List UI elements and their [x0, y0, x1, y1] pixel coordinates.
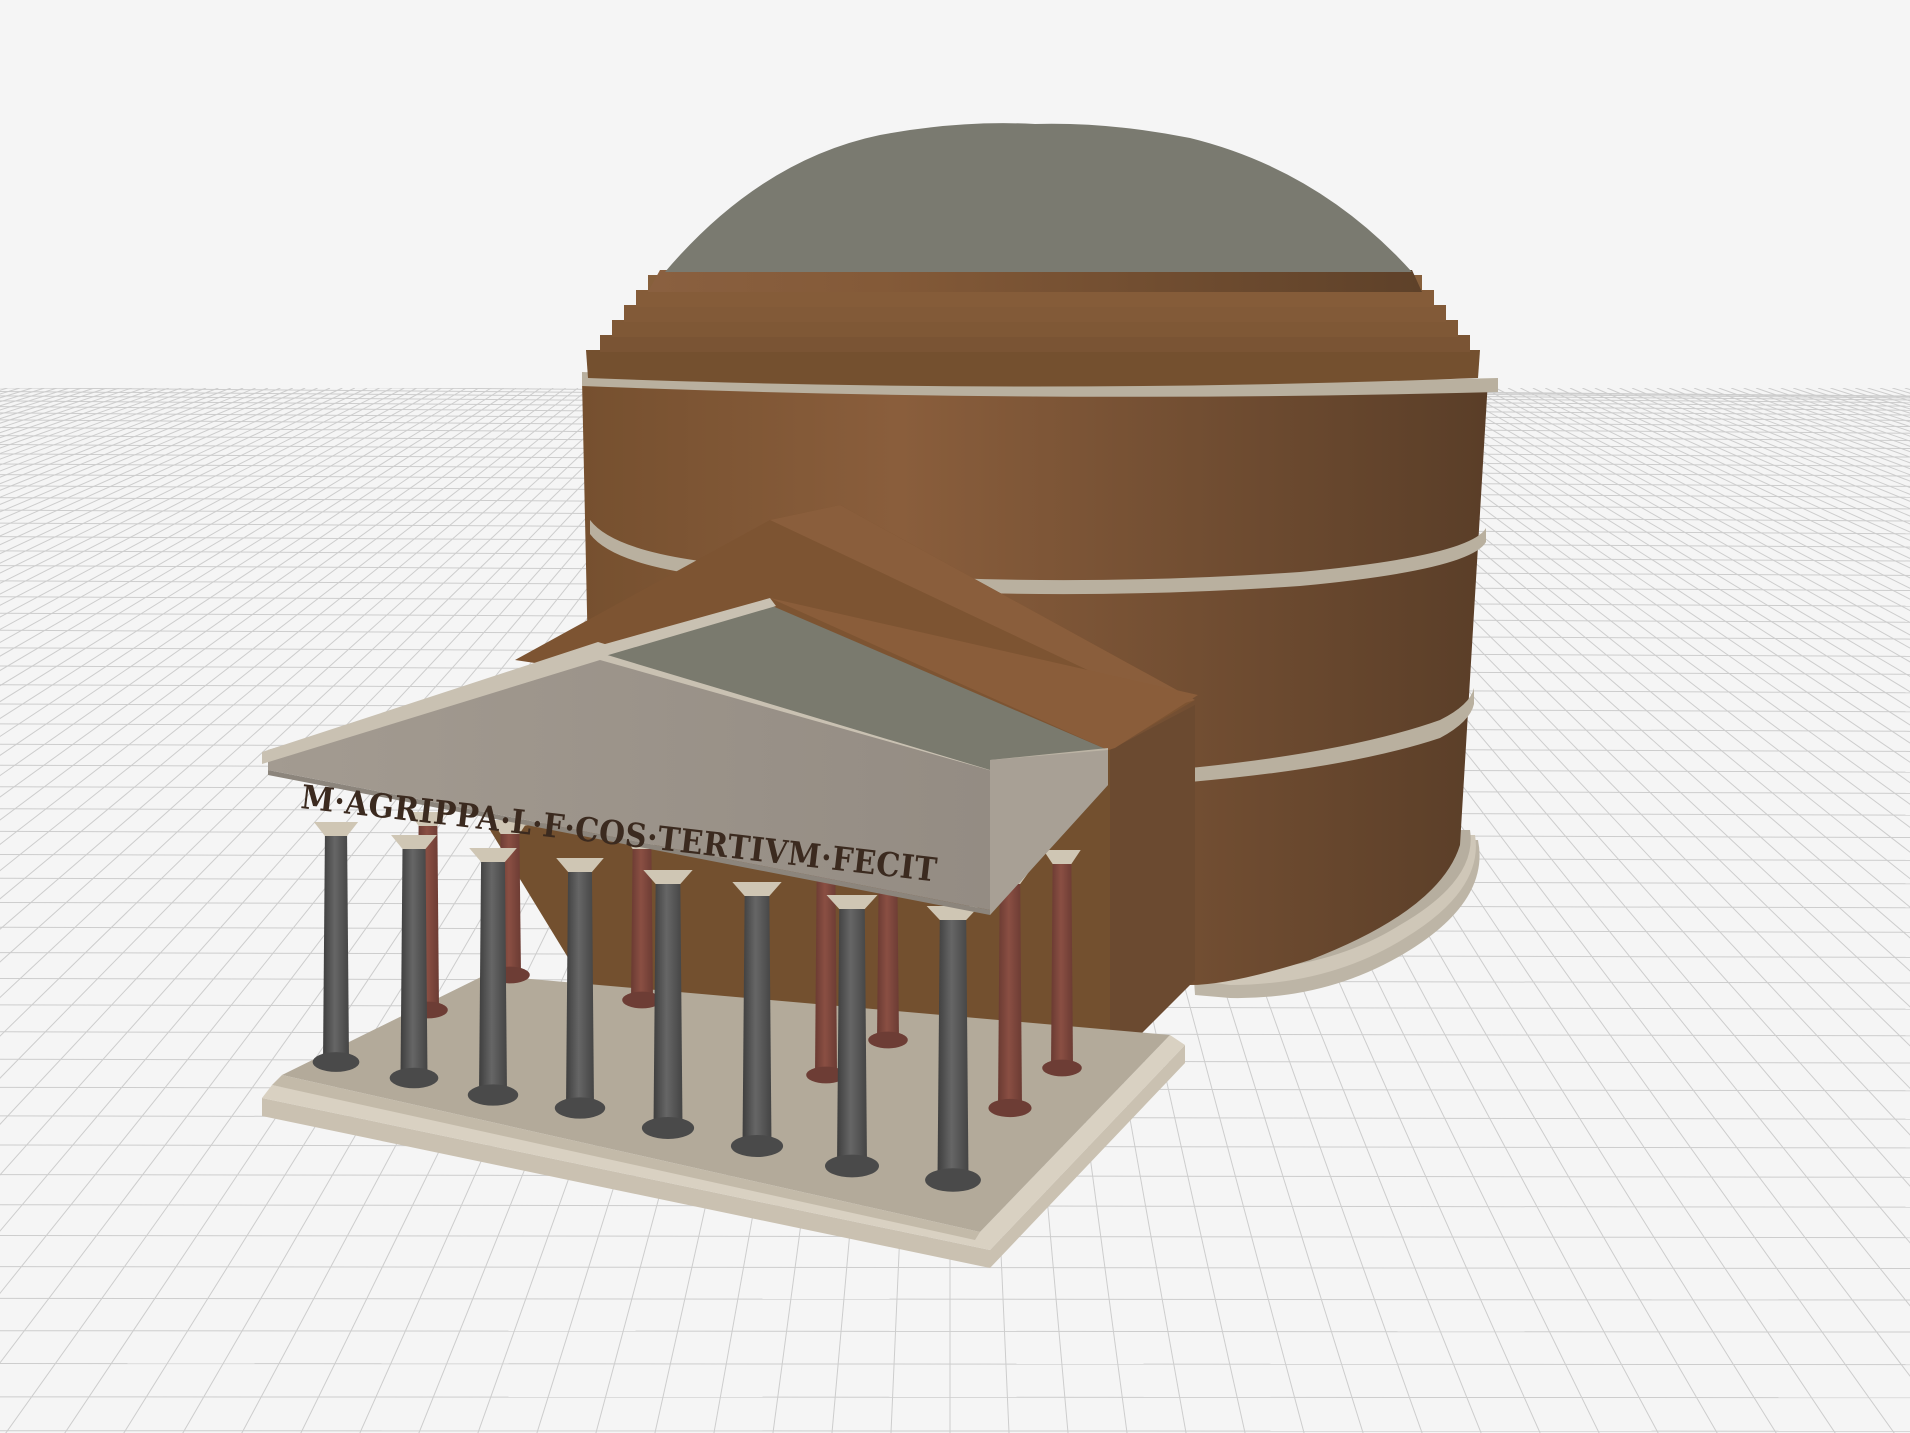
pantheon-scene: M·AGRIPPA·L·F·COS·TERTIVM·FECIT [0, 0, 1910, 1433]
grid-line-radial [1681, 387, 1910, 476]
grid-line-radial [0, 387, 529, 738]
grid-line-horizontal [0, 1266, 1910, 1270]
grid-line-radial [0, 387, 554, 777]
grid-line-radial [0, 387, 455, 644]
grid-line-radial [0, 387, 219, 472]
grid-line-radial [0, 387, 8, 391]
grid-line-radial [0, 387, 430, 618]
grid-line-radial [1768, 387, 1910, 437]
grid-line-horizontal [0, 1396, 1910, 1399]
grid-line-radial [0, 387, 33, 399]
grid-line-horizontal [0, 1297, 1910, 1301]
grid-line-radial [1731, 387, 1910, 453]
grid-line-radial [1855, 387, 1910, 406]
grid-line-radial [1867, 387, 1910, 402]
grid-line-radial [0, 387, 306, 521]
grid-line-horizontal [0, 1330, 1910, 1333]
grid-line-horizontal [0, 1430, 1910, 1432]
grid-line-radial [1805, 387, 1910, 423]
grid-line-radial [0, 387, 83, 415]
grid-line-radial [1817, 387, 1910, 418]
grid-line-radial [1607, 387, 1910, 517]
dome-upper-band [648, 270, 1422, 292]
3d-viewport[interactable]: M·AGRIPPA·L·F·COS·TERTIVM·FECIT [0, 0, 1910, 1433]
grid-line-radial [0, 387, 70, 411]
grid-line-radial [1594, 387, 1910, 525]
grid-line-radial [0, 387, 169, 449]
grid-line-radial [1544, 387, 1910, 559]
grid-line-radial [1569, 387, 1910, 541]
grid-line-radial [1879, 387, 1910, 398]
grid-line-radial [0, 387, 281, 505]
grid-line-radial [0, 387, 293, 513]
grid-line-radial [1644, 387, 1910, 495]
grid-line-radial [1557, 387, 1910, 550]
grid-line-radial [1904, 387, 1910, 391]
intermediate-block-wall [1110, 705, 1195, 1065]
grid-line-radial [0, 387, 21, 395]
grid-line-horizontal [0, 1363, 1910, 1366]
grid-line-radial [1520, 387, 1910, 579]
grid-line-radial [0, 387, 318, 529]
grid-line-radial [0, 387, 418, 606]
grid-line-radial [0, 387, 107, 424]
grid-line-radial [1780, 387, 1910, 432]
grid-line-radial [1743, 387, 1910, 447]
grid-line-radial [0, 387, 368, 564]
grid-line-radial [0, 387, 58, 407]
grid-line-radial [0, 387, 244, 485]
grid-line-radial [0, 387, 120, 429]
grid-line-radial [1706, 387, 1910, 464]
grid-line-radial [1793, 387, 1910, 428]
grid-line-radial [0, 387, 356, 555]
grid-line-radial [0, 387, 269, 498]
